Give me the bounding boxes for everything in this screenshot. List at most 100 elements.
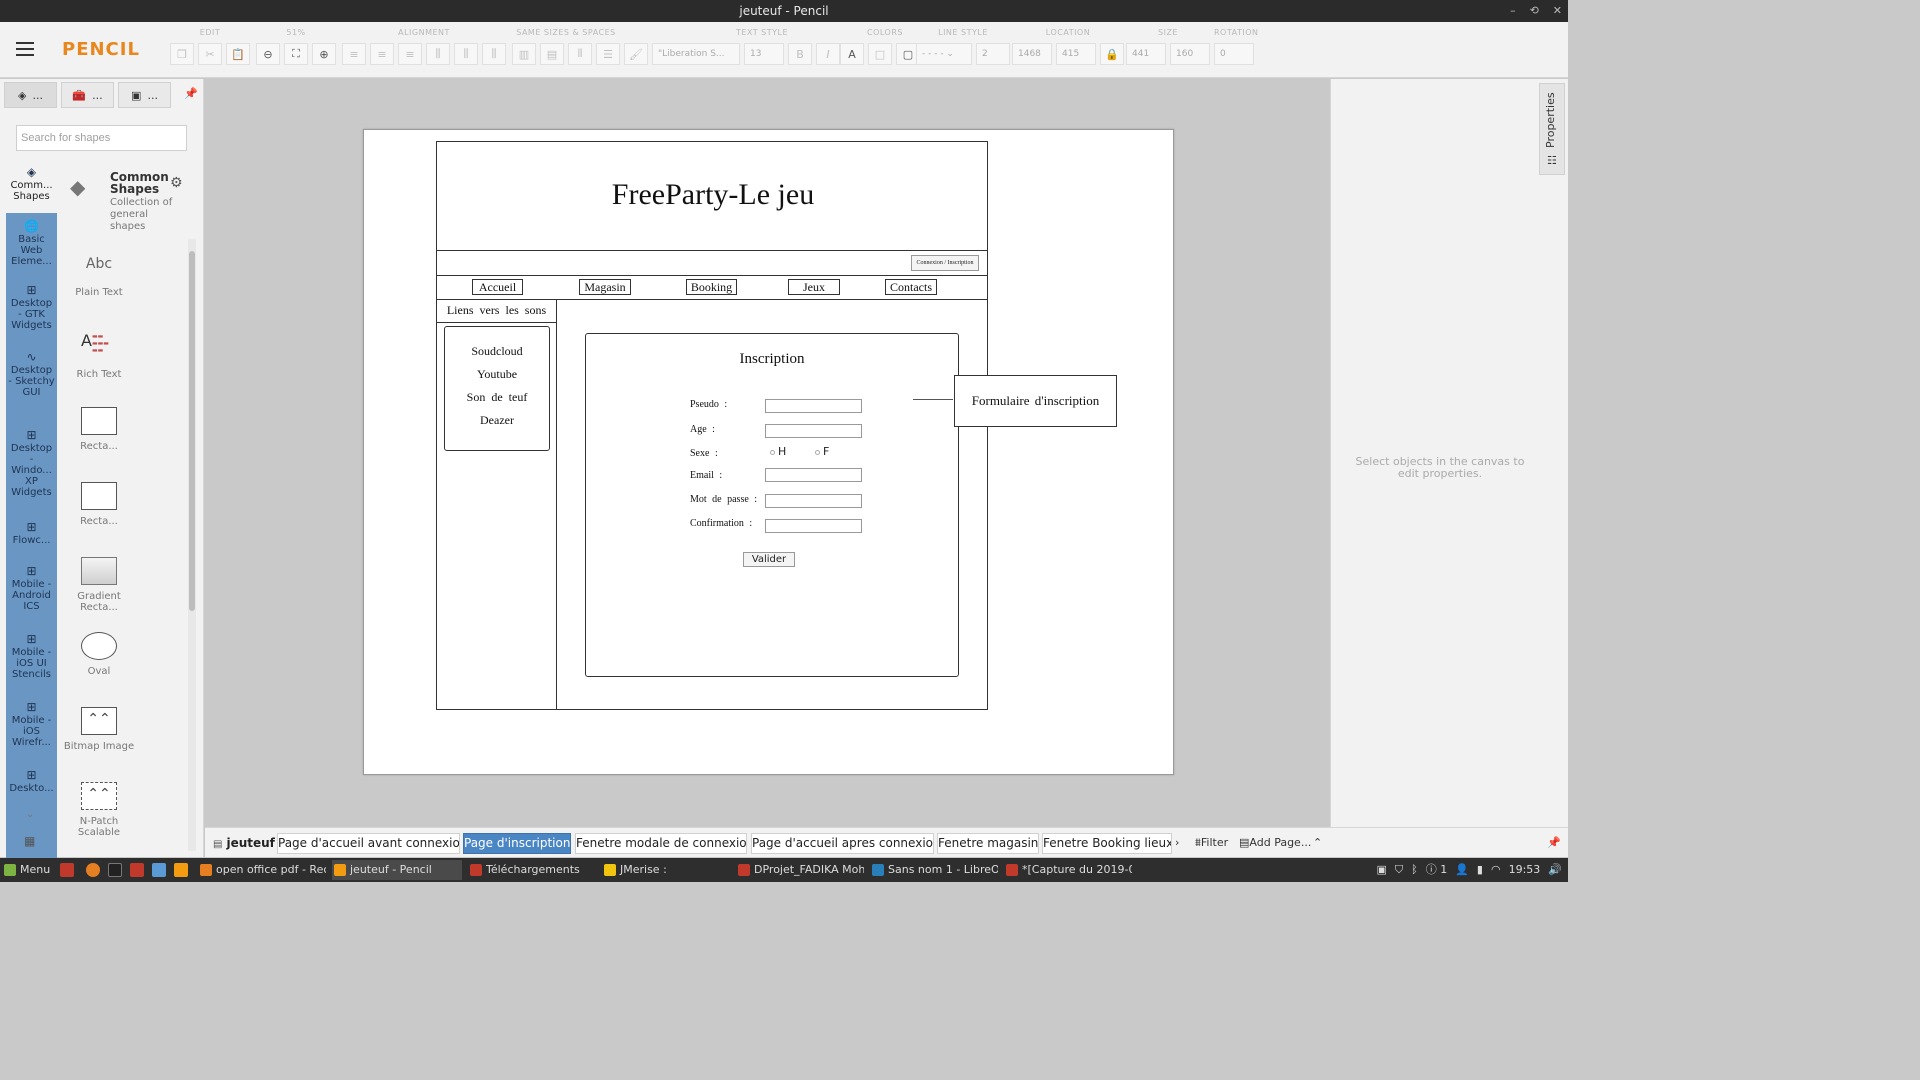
taskbar-item[interactable]: open office pdf - Rec... (198, 860, 326, 880)
menu-icon[interactable] (16, 42, 34, 56)
bold-button[interactable]: B (788, 43, 812, 65)
bluetooth-icon[interactable]: ᛒ (1411, 858, 1418, 882)
nav-accueil[interactable]: Accueil (472, 279, 523, 295)
pin-icon[interactable]: 📌 (182, 87, 200, 105)
category-item[interactable]: ⊞ Mobile - Android ICS (6, 562, 57, 630)
battery-icon[interactable]: ▮ (1477, 858, 1483, 882)
links-title[interactable]: Liens vers les sons (437, 303, 556, 318)
files-icon[interactable] (130, 863, 144, 877)
email-input[interactable] (765, 468, 862, 482)
link-item[interactable]: Son de teuf (445, 386, 549, 409)
pseudo-input[interactable] (765, 399, 862, 413)
terminal-icon[interactable] (108, 863, 122, 877)
page-tab[interactable]: Fenetre Booking lieux (1042, 833, 1172, 854)
text-color-button[interactable]: A (840, 43, 864, 65)
font-size-input[interactable]: 13 (744, 43, 784, 65)
tab-properties[interactable]: Properties ☷ (1539, 83, 1565, 175)
align-left-icon[interactable]: ≡ (342, 43, 366, 65)
nav-magasin[interactable]: Magasin (579, 279, 631, 295)
chevron-right-icon[interactable]: › (1175, 836, 1179, 849)
drawing-page[interactable]: FreeParty-Le jeu Connexion / Inscription… (363, 129, 1174, 775)
category-item[interactable]: ⊞ Deskto... (6, 766, 57, 806)
size-width-input[interactable]: 441 (1126, 43, 1166, 65)
shape-oval[interactable]: Oval (62, 632, 136, 677)
format-painter-icon[interactable]: 🖌 (624, 43, 648, 65)
category-item[interactable]: ◈ Comm... Shapes (6, 163, 57, 213)
tab-shapes[interactable]: ◈... (4, 82, 57, 108)
gear-icon[interactable]: ⚙ (170, 175, 183, 191)
pin-icon[interactable]: 📌 (1547, 836, 1561, 849)
shape-bitmap-image[interactable]: ⌃⌃ Bitmap Image (62, 707, 136, 752)
clock[interactable]: 19:53 (1509, 858, 1541, 882)
filter-button[interactable]: ⩩Filter (1195, 836, 1228, 850)
volume-icon[interactable]: 🔊 (1548, 858, 1562, 882)
shapes-scrollbar[interactable] (188, 239, 196, 851)
font-family-select[interactable]: "Liberation S... (652, 43, 740, 65)
nav-jeux[interactable]: Jeux (788, 279, 840, 295)
category-item[interactable]: ⊞ Flowc... (6, 518, 57, 562)
link-item[interactable]: Youtube (445, 363, 549, 386)
nav-booking[interactable]: Booking (686, 279, 737, 295)
align-bottom-icon[interactable]: ⫼ (482, 43, 506, 65)
grid-view-icon[interactable]: ▦ (24, 834, 35, 848)
age-input[interactable] (765, 424, 862, 438)
category-item[interactable]: 🌐 Basic Web Eleme... (6, 213, 57, 281)
shape-rectangle[interactable]: Recta... (62, 407, 136, 452)
chevron-up-icon[interactable]: ⌃ (1313, 836, 1322, 849)
category-item[interactable]: ⊞ Desktop - GTK Widgets (6, 281, 57, 348)
canvas-area[interactable]: FreeParty-Le jeu Connexion / Inscription… (205, 79, 1330, 827)
callout-connector[interactable] (913, 399, 953, 400)
site-title[interactable]: FreeParty-Le jeu (437, 178, 989, 212)
taskbar-item[interactable]: DProjet_FADIKA Moh... (736, 860, 864, 880)
location-x-input[interactable]: 1468 (1012, 43, 1052, 65)
radio-f[interactable]: F (815, 445, 829, 458)
submit-button[interactable]: Valider (743, 552, 795, 567)
launcher-icon[interactable] (60, 863, 74, 877)
copy-icon[interactable]: ❐ (170, 43, 194, 65)
shape-rich-text[interactable]: A ▬▬ ▬▬▬ ▬▬ Rich Text (62, 333, 136, 381)
taskbar-item[interactable]: JMerise : (602, 860, 730, 880)
registration-form[interactable]: Inscription Pseudo : Age : Sexe : H F Em… (585, 333, 959, 677)
nav-contacts[interactable]: Contacts (885, 279, 937, 295)
add-page-button[interactable]: ▤Add Page... (1239, 836, 1311, 849)
login-button[interactable]: Connexion / Inscription (911, 255, 979, 271)
page-tab-active[interactable]: Page d'inscription (463, 833, 571, 854)
chevron-down-icon[interactable]: ⌄ (26, 809, 34, 820)
same-height-icon[interactable]: ▤ (540, 43, 564, 65)
tab-images[interactable]: ▣... (118, 82, 171, 108)
location-y-input[interactable]: 415 (1056, 43, 1096, 65)
shape-rectangle-2[interactable]: Recta... (62, 482, 136, 527)
app-icon[interactable] (174, 863, 188, 877)
same-width-icon[interactable]: ▥ (512, 43, 536, 65)
radio-h[interactable]: H (770, 445, 786, 458)
lock-icon[interactable]: 🔒 (1100, 43, 1124, 65)
alert-icon[interactable]: ⓘ 1 (1426, 858, 1448, 882)
zoom-out-icon[interactable]: ⊖ (256, 43, 280, 65)
taskbar-item[interactable]: *[Capture du 2019-0... (1004, 860, 1132, 880)
align-top-icon[interactable]: ⫼ (426, 43, 450, 65)
line-width-input[interactable]: 2 (976, 43, 1010, 65)
taskbar-item[interactable]: Sans nom 1 - LibreOf... (870, 860, 998, 880)
link-item[interactable]: Deazer (445, 409, 549, 432)
page-tab[interactable]: Fenetre magasin (937, 833, 1039, 854)
close-icon[interactable]: ✕ (1553, 0, 1562, 22)
network-icon[interactable]: ▣ (1376, 858, 1386, 882)
fill-color-button[interactable]: □ (868, 43, 892, 65)
confirmation-input[interactable] (765, 519, 862, 533)
category-item[interactable]: ⊞ Mobile - iOS UI Stencils (6, 630, 57, 698)
taskbar-item[interactable]: Téléchargements (468, 860, 596, 880)
callout-note[interactable]: Formulaire d'inscription (954, 375, 1117, 427)
user-icon[interactable]: 👤 (1455, 858, 1469, 882)
shape-npatch[interactable]: ⌃⌃ N-Patch Scalable (62, 782, 136, 838)
minimize-icon[interactable]: – (1510, 0, 1516, 22)
line-style-select[interactable]: - - - - ⌄ (916, 43, 972, 65)
rotation-input[interactable]: 0 (1214, 43, 1254, 65)
tab-collections[interactable]: 🧰... (61, 82, 114, 108)
shield-icon[interactable]: ⛉ (1395, 858, 1403, 882)
paste-icon[interactable]: 📋 (226, 43, 250, 65)
align-center-icon[interactable]: ≡ (370, 43, 394, 65)
cut-icon[interactable]: ✂ (198, 43, 222, 65)
app-icon[interactable] (152, 863, 166, 877)
taskbar-item-active[interactable]: jeuteuf - Pencil (332, 860, 462, 880)
document-name[interactable]: ▤ jeuteuf (213, 836, 275, 850)
